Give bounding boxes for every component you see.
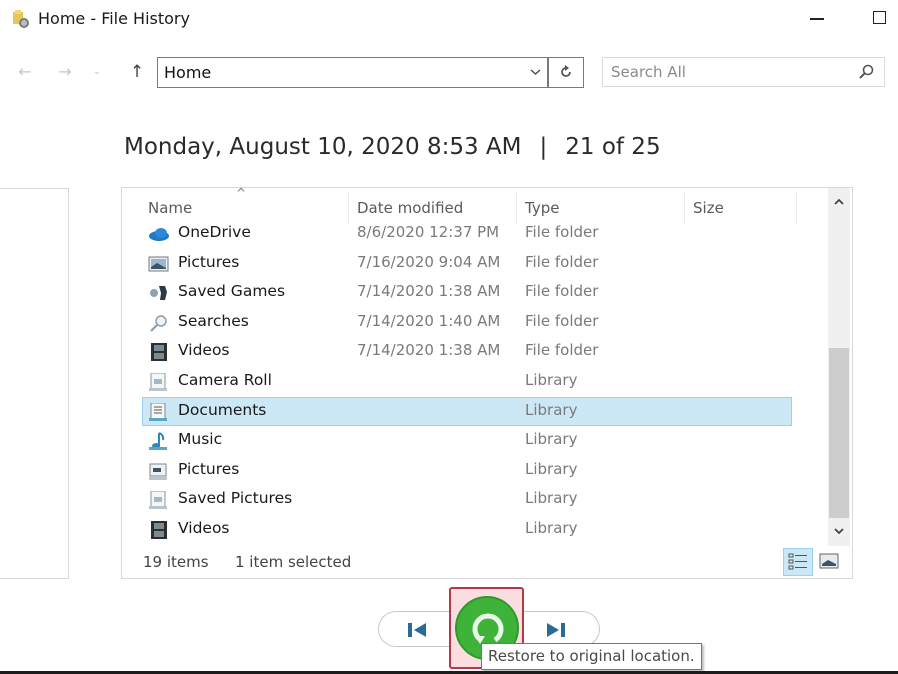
item-count: 19 items <box>143 553 209 571</box>
file-name: Videos <box>178 518 230 537</box>
vertical-scrollbar[interactable] <box>828 188 850 546</box>
chevron-down-icon <box>834 528 844 535</box>
file-name: Saved Games <box>178 282 286 301</box>
file-list-panel: ^ Name Date modified Type Size OneDrive … <box>121 187 853 579</box>
chevron-up-icon <box>834 198 844 205</box>
search-icon[interactable] <box>858 64 874 80</box>
selection-status: 1 item selected <box>235 553 352 571</box>
file-type: Library <box>525 400 578 419</box>
videos-icon <box>151 343 167 362</box>
snapshot-heading: Monday, August 10, 2020 8:53 AM | 21 of 25 <box>124 134 661 160</box>
previous-version-icon <box>408 623 426 637</box>
snapshot-datetime: Monday, August 10, 2020 8:53 AM <box>124 134 522 160</box>
forward-button[interactable]: → <box>54 60 76 84</box>
file-name: OneDrive <box>178 223 251 241</box>
up-button[interactable]: ↑ <box>127 60 147 84</box>
file-row-selected[interactable]: Documents Library <box>142 396 792 427</box>
title-bar: Home - File History <box>0 0 898 38</box>
file-name: Pictures <box>178 252 240 271</box>
file-row[interactable]: Searches 7/14/2020 1:40 AM File folder <box>142 308 792 338</box>
pictures-icon <box>148 256 169 272</box>
scroll-down-button[interactable] <box>828 524 850 540</box>
file-history-icon <box>13 10 29 28</box>
column-header-size[interactable]: Size <box>693 199 724 217</box>
file-date: 7/14/2020 1:40 AM <box>357 311 501 330</box>
file-name: Searches <box>178 311 249 330</box>
search-input[interactable]: Search All <box>611 63 686 81</box>
file-row[interactable]: Videos 7/14/2020 1:38 AM File folder <box>142 337 792 367</box>
snapshot-position: 21 of 25 <box>565 134 661 160</box>
previous-snapshot-panel[interactable] <box>0 188 69 579</box>
next-version-button[interactable] <box>518 611 600 647</box>
file-type: File folder <box>525 341 599 360</box>
file-type: File folder <box>525 252 599 271</box>
scrollbar-thumb[interactable] <box>829 348 849 518</box>
file-row[interactable]: Videos Library <box>142 515 792 545</box>
minimize-button[interactable] <box>810 18 824 20</box>
file-name: Videos <box>178 341 230 360</box>
address-bar[interactable]: Home <box>157 57 548 88</box>
file-type: Library <box>525 489 578 508</box>
file-date: 7/14/2020 1:38 AM <box>357 282 501 301</box>
file-date: 7/16/2020 9:04 AM <box>357 252 501 271</box>
address-value[interactable]: Home <box>164 63 211 82</box>
file-type: File folder <box>525 282 599 301</box>
library-icon <box>149 491 167 510</box>
file-type: Library <box>525 459 578 478</box>
searches-icon <box>150 315 167 332</box>
chevron-down-icon <box>530 69 540 75</box>
column-header-date-modified[interactable]: Date modified <box>357 199 463 217</box>
library-icon <box>149 372 167 391</box>
file-name: Camera Roll <box>178 370 272 389</box>
file-name: Saved Pictures <box>178 489 293 508</box>
documents-library-icon <box>149 402 167 421</box>
file-type: Library <box>525 370 578 389</box>
file-row[interactable]: OneDrive 8/6/2020 12:37 PM File folder <box>142 219 792 249</box>
file-row[interactable]: Saved Games 7/14/2020 1:38 AM File folde… <box>142 278 792 308</box>
file-type: File folder <box>525 223 599 241</box>
file-name: Pictures <box>178 459 240 478</box>
file-date: 7/14/2020 1:38 AM <box>357 341 501 360</box>
file-row[interactable]: Pictures Library <box>142 456 792 486</box>
file-name: Documents <box>178 400 267 419</box>
pictures-library-icon <box>149 463 167 480</box>
saved-games-icon <box>150 286 167 301</box>
refresh-button[interactable] <box>548 57 584 88</box>
refresh-icon <box>561 65 571 77</box>
recent-locations-button[interactable]: ⌄ <box>90 60 104 84</box>
previous-version-button[interactable] <box>378 611 460 647</box>
file-row[interactable]: Pictures 7/16/2020 9:04 AM File folder <box>142 249 792 279</box>
column-divider[interactable] <box>796 191 797 225</box>
large-icons-view-button[interactable] <box>819 552 839 570</box>
music-library-icon <box>149 432 167 451</box>
address-dropdown-button[interactable] <box>523 58 547 87</box>
window-title: Home - File History <box>38 9 190 28</box>
back-button[interactable]: ← <box>14 60 36 84</box>
snapshot-separator: | <box>539 134 548 160</box>
file-name: Music <box>178 430 223 449</box>
restore-tooltip: Restore to original location. <box>481 643 702 670</box>
file-type: Library <box>525 518 578 537</box>
sort-ascending-indicator: ^ <box>236 187 247 200</box>
file-type: File folder <box>525 311 599 330</box>
file-row[interactable]: Saved Pictures Library <box>142 485 792 515</box>
column-header-type[interactable]: Type <box>525 199 559 217</box>
details-view-button[interactable] <box>783 548 813 576</box>
file-row[interactable]: Camera Roll Library <box>142 367 792 397</box>
file-type: Library <box>525 430 578 449</box>
maximize-button[interactable] <box>873 11 886 24</box>
file-row[interactable]: Music Library <box>142 426 792 456</box>
onedrive-icon <box>149 228 169 241</box>
file-date: 8/6/2020 12:37 PM <box>357 223 500 241</box>
scroll-up-button[interactable] <box>828 194 850 210</box>
search-box[interactable]: Search All <box>602 57 885 87</box>
file-rows: OneDrive 8/6/2020 12:37 PM File folder P… <box>142 219 792 545</box>
next-version-icon <box>547 623 565 637</box>
column-header-name[interactable]: Name <box>148 199 192 217</box>
details-view-icon <box>788 553 807 570</box>
videos-library-icon <box>151 520 167 539</box>
